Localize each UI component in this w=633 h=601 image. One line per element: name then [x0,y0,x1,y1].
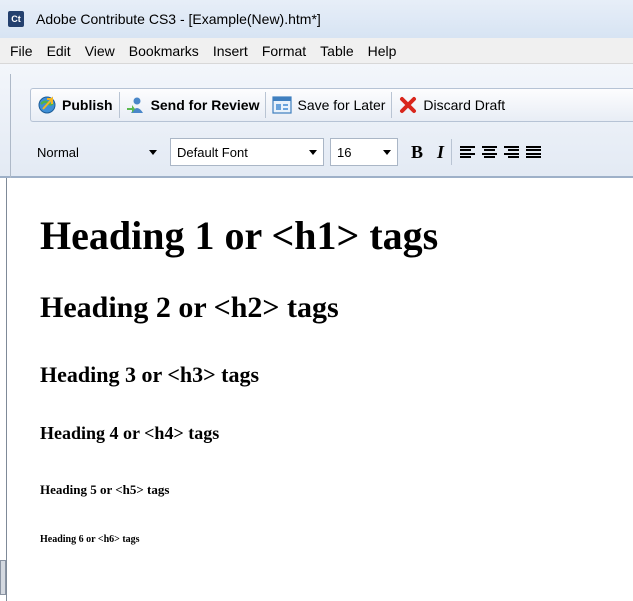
save-for-later-button[interactable]: Save for Later [266,90,391,120]
justify-icon[interactable] [526,145,542,159]
menu-format[interactable]: Format [255,43,313,59]
paragraph-style-select[interactable]: Normal [30,138,164,166]
italic-button[interactable]: I [430,142,451,163]
window-title: Adobe Contribute CS3 - [Example(New).htm… [36,11,321,27]
publish-toolbar: Publish Send for Review Save for Later D… [30,88,633,122]
format-toolbar: Normal Default Font 16 B I [30,136,633,168]
font-size-value: 16 [337,144,352,160]
discard-icon [400,97,417,113]
chevron-down-icon [149,149,157,155]
discard-draft-label: Discard Draft [423,97,506,113]
bold-button[interactable]: B [404,142,430,163]
menu-view[interactable]: View [78,43,122,59]
app-icon: Ct [8,11,24,27]
send-for-review-label: Send for Review [150,97,260,113]
menu-file[interactable]: File [3,43,40,59]
publish-button[interactable]: Publish [31,90,119,120]
heading-3[interactable]: Heading 3 or <h3> tags [40,362,259,388]
title-bar: Ct Adobe Contribute CS3 - [Example(New).… [0,0,633,38]
align-left-icon[interactable] [460,145,476,159]
heading-2[interactable]: Heading 2 or <h2> tags [40,291,339,325]
heading-6[interactable]: Heading 6 or <h6> tags [40,534,140,545]
menu-bar: File Edit View Bookmarks Insert Format T… [0,38,633,64]
align-center-icon[interactable] [482,145,498,159]
editor-border [6,178,7,601]
menu-edit[interactable]: Edit [40,43,78,59]
save-later-icon [272,96,293,114]
menu-insert[interactable]: Insert [206,43,255,59]
heading-1[interactable]: Heading 1 or <h1> tags [40,212,438,259]
send-for-review-button[interactable]: Send for Review [120,90,266,120]
chevron-down-icon [309,149,317,155]
heading-5[interactable]: Heading 5 or <h5> tags [40,482,169,498]
scrollbar-thumb[interactable] [0,560,6,595]
discard-draft-button[interactable]: Discard Draft [392,90,511,120]
publish-label: Publish [62,97,113,113]
save-for-later-label: Save for Later [297,97,386,113]
menu-bookmarks[interactable]: Bookmarks [122,43,206,59]
font-size-select[interactable]: 16 [330,138,398,166]
menu-help[interactable]: Help [361,43,404,59]
paragraph-style-value: Normal [37,144,79,160]
toolbar-area: Publish Send for Review Save for Later D… [0,64,633,178]
send-review-icon [126,97,143,113]
alignment-buttons [460,145,542,159]
menu-table[interactable]: Table [313,43,360,59]
font-select[interactable]: Default Font [170,138,324,166]
separator [451,139,453,165]
heading-4[interactable]: Heading 4 or <h4> tags [40,423,219,444]
align-right-icon[interactable] [504,145,520,159]
chevron-down-icon [383,149,391,155]
publish-icon [38,96,56,114]
font-value: Default Font [177,144,248,160]
toolbar-divider [10,74,11,178]
